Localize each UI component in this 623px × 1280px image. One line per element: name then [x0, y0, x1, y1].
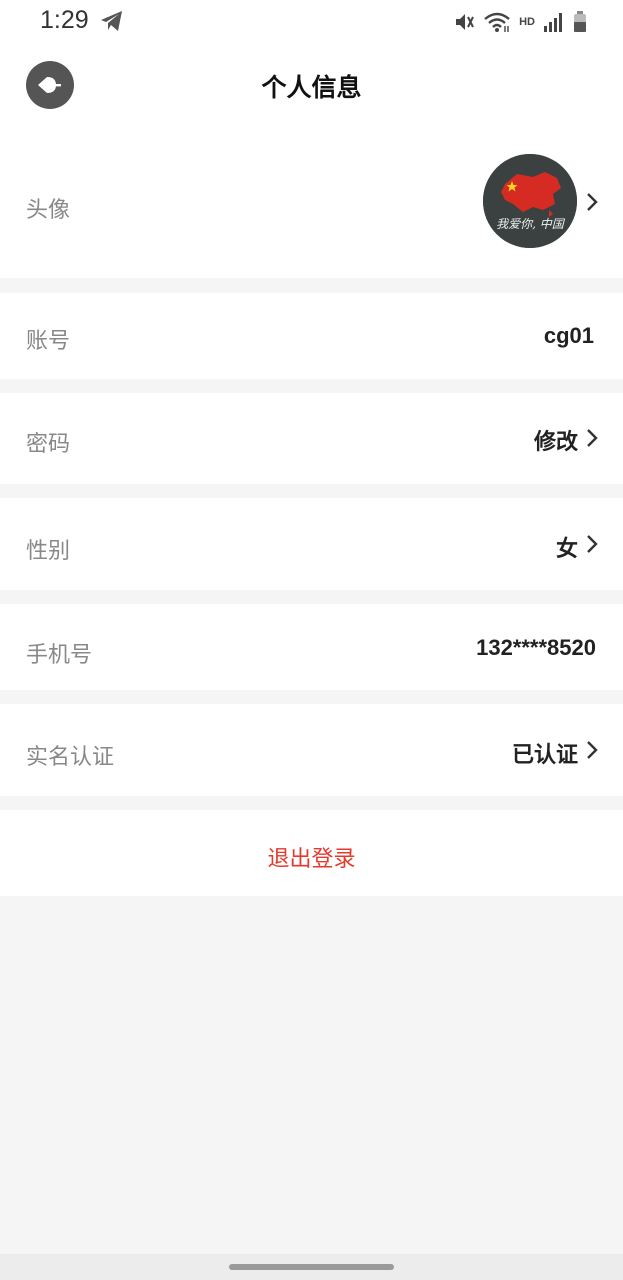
account-label: 账号 [26, 329, 71, 354]
mute-icon [456, 14, 475, 30]
realname-value: 已认证 [511, 742, 578, 767]
phone-row: 手机号 132****8520 [0, 604, 623, 690]
gender-label: 性别 [26, 539, 71, 564]
logout-button[interactable]: 退出登录 [0, 841, 623, 873]
avatar-row[interactable]: 头像 我爱你, 中国 [0, 132, 623, 278]
header: 个人信息 [0, 44, 623, 132]
realname-label: 实名认证 [26, 745, 115, 770]
account-value: cg01 [543, 323, 594, 348]
hd-badge: HD [519, 16, 535, 28]
password-value: 修改 [533, 429, 578, 454]
avatar-caption: 我爱你, 中国 [496, 217, 566, 231]
password-row[interactable]: 密码 修改 [0, 393, 623, 484]
gesture-nav-bar [0, 1254, 623, 1280]
gender-chevron-icon [587, 535, 598, 553]
page-title: 个人信息 [261, 73, 362, 102]
avatar-label: 头像 [26, 198, 71, 223]
logout-row[interactable]: 退出登录 [0, 810, 623, 896]
realname-row[interactable]: 实名认证 已认证 [0, 704, 623, 796]
password-label: 密码 [26, 432, 71, 457]
gender-row[interactable]: 性别 女 [0, 498, 623, 590]
phone-label: 手机号 [26, 643, 93, 668]
avatar-chevron-icon [587, 193, 598, 211]
avatar-image: 我爱你, 中国 [483, 154, 577, 248]
account-row: 账号 cg01 [0, 293, 623, 379]
realname-chevron-icon [587, 741, 598, 759]
signal-icon [544, 13, 562, 32]
status-icons: HD [453, 10, 587, 34]
wifi-icon [484, 12, 510, 32]
telegram-icon [101, 11, 122, 31]
phone-value: 132****8520 [476, 635, 596, 660]
gender-value: 女 [555, 536, 578, 561]
status-time: 1:29 [40, 6, 89, 34]
home-indicator[interactable] [229, 1264, 394, 1270]
password-chevron-icon [587, 429, 598, 447]
battery-icon [574, 11, 586, 32]
avatar: 我爱你, 中国 [483, 154, 577, 248]
status-bar: 1:29 HD [0, 0, 623, 44]
